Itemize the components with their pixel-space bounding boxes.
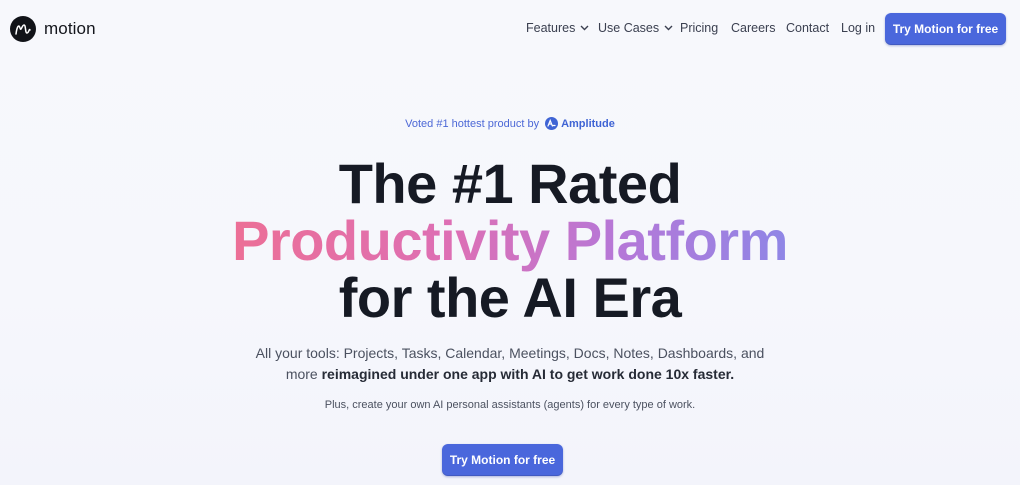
nav-features[interactable]: Features	[526, 21, 598, 35]
hero-headline: The #1 Rated Productivity Platform for t…	[0, 155, 1020, 326]
brand-logo[interactable]: motion	[10, 16, 96, 42]
top-nav: motion Features Use Cases Pricing Career…	[0, 0, 1020, 58]
nav-features-label: Features	[526, 21, 576, 35]
nav-pricing[interactable]: Pricing	[680, 21, 731, 35]
voted-text: Voted #1 hottest product by	[405, 117, 540, 130]
headline-line-1: The #1 Rated	[338, 152, 682, 215]
amplitude-label: Amplitude	[561, 117, 615, 130]
amplitude-logo-icon	[545, 117, 559, 130]
nav-login[interactable]: Log in	[841, 21, 875, 35]
motion-logo-icon	[10, 16, 36, 42]
headline-line-2: Productivity Platform	[232, 209, 788, 272]
subtitle-part-2: more	[285, 366, 322, 382]
try-motion-button-hero[interactable]: Try Motion for free	[442, 444, 563, 476]
nav-use-cases[interactable]: Use Cases	[598, 21, 680, 35]
hero-subtitle: All your tools: Projects, Tasks, Calenda…	[0, 343, 1020, 385]
nav-links: Features Use Cases Pricing Careers Conta…	[526, 21, 875, 35]
amplitude-brand: Amplitude	[545, 117, 615, 130]
hero-secondary-text: Plus, create your own AI personal assist…	[324, 399, 696, 411]
nav-careers[interactable]: Careers	[731, 21, 786, 35]
nav-contact[interactable]: Contact	[786, 21, 841, 35]
voted-badge: Voted #1 hottest product by Amplitude	[0, 117, 1020, 130]
nav-use-cases-label: Use Cases	[598, 21, 660, 35]
subtitle-part-1: All your tools: Projects, Tasks, Calenda…	[255, 345, 765, 361]
headline-line-3: for the AI Era	[338, 266, 682, 329]
subtitle-bold: reimagined under one app with AI to get …	[321, 366, 735, 382]
brand-name: motion	[44, 19, 96, 38]
chevron-down-icon	[580, 25, 589, 31]
chevron-down-icon	[664, 25, 673, 31]
try-motion-button-header[interactable]: Try Motion for free	[885, 13, 1006, 45]
